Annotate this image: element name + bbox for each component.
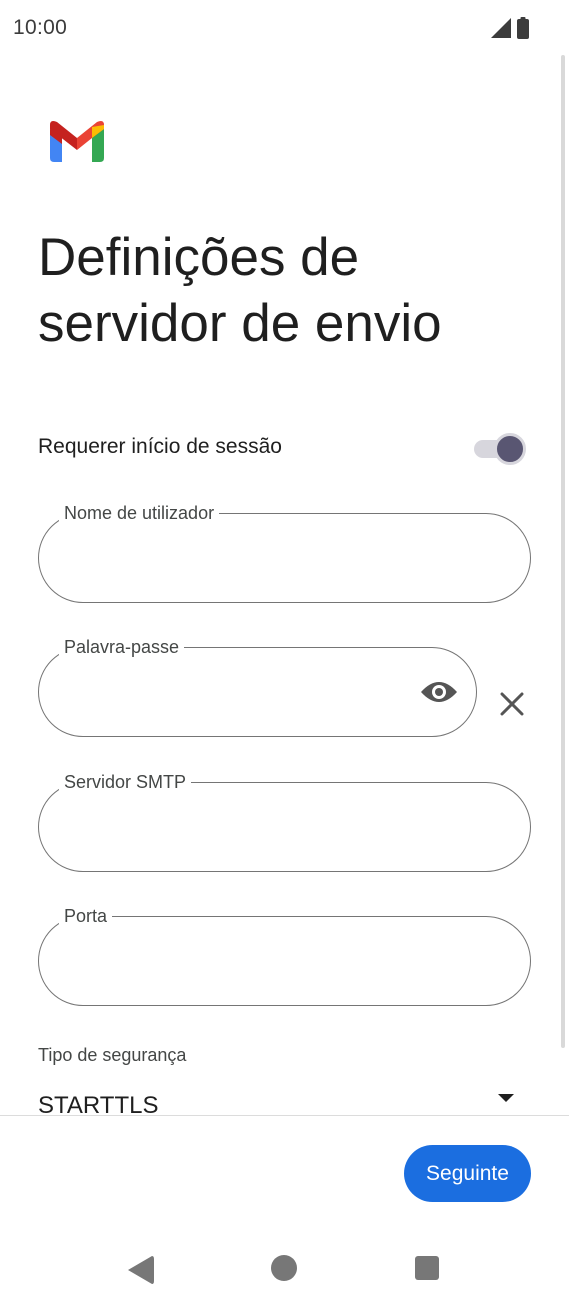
port-label: Porta — [59, 905, 113, 927]
page-title: Definições de servidor de envio — [38, 228, 442, 353]
recents-icon[interactable] — [415, 1256, 439, 1280]
password-label: Palavra-passe — [59, 636, 185, 658]
sign-in-required-row[interactable]: Requerer início de sessão — [38, 430, 530, 466]
footer-divider — [0, 1115, 569, 1116]
battery-icon — [517, 17, 529, 39]
sign-in-required-toggle[interactable] — [474, 433, 526, 465]
port-input[interactable] — [63, 945, 460, 970]
next-button[interactable]: Seguinte — [404, 1145, 531, 1202]
username-field[interactable]: Nome de utilizador — [38, 502, 531, 603]
status-bar: 10:00 — [0, 0, 569, 58]
username-label: Nome de utilizador — [59, 502, 220, 524]
sign-in-required-label: Requerer início de sessão — [38, 435, 282, 458]
security-type-label: Tipo de segurança — [38, 1045, 187, 1065]
system-nav-bar — [0, 1228, 569, 1306]
username-input[interactable] — [63, 542, 460, 567]
smtp-server-input[interactable] — [63, 811, 460, 836]
home-icon[interactable] — [271, 1255, 297, 1281]
smtp-server-field[interactable]: Servidor SMTP — [38, 771, 531, 872]
smtp-server-label: Servidor SMTP — [59, 771, 192, 793]
scrollbar[interactable] — [561, 55, 565, 1048]
port-field[interactable]: Porta — [38, 905, 531, 1006]
toggle-thumb — [494, 433, 526, 465]
password-input[interactable] — [63, 676, 373, 701]
back-icon[interactable] — [128, 1256, 154, 1284]
status-time: 10:00 — [13, 16, 68, 39]
show-password-eye-icon[interactable] — [420, 678, 458, 706]
password-field[interactable]: Palavra-passe — [38, 636, 477, 737]
clear-password-close-icon[interactable] — [496, 688, 528, 720]
gmail-logo-icon — [50, 121, 104, 162]
dropdown-arrow-icon — [498, 1094, 514, 1102]
security-type-dropdown[interactable]: STARTTLS — [38, 1090, 530, 1116]
security-type-value: STARTTLS — [38, 1092, 159, 1116]
status-icons — [491, 17, 529, 39]
signal-icon — [491, 18, 511, 38]
